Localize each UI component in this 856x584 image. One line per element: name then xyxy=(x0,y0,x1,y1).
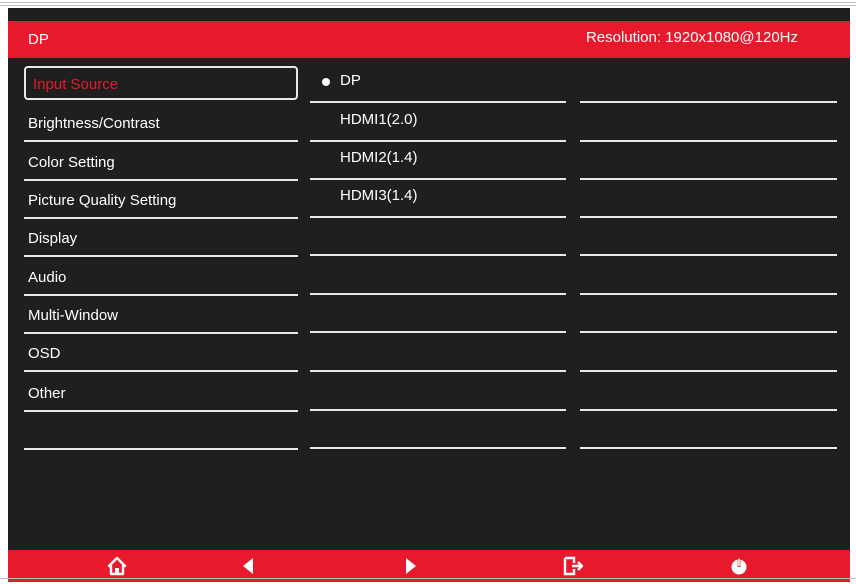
menu-item-other[interactable]: Other xyxy=(24,375,298,412)
menu-item-label: Audio xyxy=(28,269,67,286)
osd-panel: DP Resolution: 1920x1080@120Hz Input Sou… xyxy=(8,8,850,582)
option-empty xyxy=(310,218,566,256)
top-border-2 xyxy=(0,5,856,6)
divider xyxy=(24,179,298,181)
option-hdmi3[interactable]: HDMI3(1.4) xyxy=(310,180,566,218)
menu-item-label: Input Source xyxy=(33,76,119,93)
menu-item-brightness-contrast[interactable]: Brightness/Contrast xyxy=(24,105,298,142)
bottom-border xyxy=(0,578,856,579)
divider xyxy=(310,447,566,449)
divider xyxy=(580,370,837,372)
menu-item-osd[interactable]: OSD xyxy=(24,335,298,372)
divider xyxy=(580,254,837,256)
menu-item-audio[interactable]: Audio xyxy=(24,259,298,296)
option-label: HDMI2(1.4) xyxy=(340,149,418,166)
divider xyxy=(24,410,298,412)
selected-dot-icon xyxy=(322,78,330,86)
menu-item-multi-window[interactable]: Multi-Window xyxy=(24,297,298,334)
sub-option-empty xyxy=(580,257,837,295)
sub-option-empty xyxy=(580,142,837,180)
header-bar: DP Resolution: 1920x1080@120Hz xyxy=(8,21,850,58)
divider xyxy=(580,331,837,333)
option-empty xyxy=(310,411,566,449)
sub-option-empty xyxy=(580,373,837,411)
divider xyxy=(580,447,837,449)
divider xyxy=(310,331,566,333)
sub-option-empty xyxy=(580,65,837,103)
option-label: HDMI1(2.0) xyxy=(340,111,418,128)
menu-item-input-source[interactable]: Input Source xyxy=(24,66,298,100)
menu-item-display[interactable]: Display xyxy=(24,220,298,257)
option-hdmi1[interactable]: HDMI1(2.0) xyxy=(310,104,566,142)
divider xyxy=(24,370,298,372)
menu-item-empty xyxy=(24,413,298,450)
top-border xyxy=(0,2,856,3)
divider xyxy=(580,101,837,103)
sub-option-empty xyxy=(580,334,837,372)
option-empty xyxy=(310,334,566,372)
divider xyxy=(24,332,298,334)
divider xyxy=(24,294,298,296)
option-dp[interactable]: DP xyxy=(310,65,566,103)
menu-item-picture-quality[interactable]: Picture Quality Setting xyxy=(24,182,298,219)
menu-item-label: Picture Quality Setting xyxy=(28,192,177,209)
divider xyxy=(310,101,566,103)
resolution-readout: Resolution: 1920x1080@120Hz xyxy=(585,29,798,46)
sub-option-empty xyxy=(580,295,837,333)
menu-item-label: Multi-Window xyxy=(28,307,119,324)
option-empty xyxy=(310,373,566,411)
option-empty xyxy=(310,257,566,295)
sub-option-empty xyxy=(580,218,837,256)
divider xyxy=(24,217,298,219)
option-hdmi2[interactable]: HDMI2(1.4) xyxy=(310,142,566,180)
menu-item-label: Display xyxy=(28,230,78,247)
menu-item-label: Other xyxy=(28,385,66,402)
sub-option-empty xyxy=(580,411,837,449)
current-source: DP xyxy=(28,31,49,48)
option-label: DP xyxy=(340,72,361,89)
option-label: HDMI3(1.4) xyxy=(340,187,418,204)
menu-item-label: OSD xyxy=(28,345,61,362)
divider xyxy=(24,255,298,257)
option-empty xyxy=(310,295,566,333)
menu-item-label: Brightness/Contrast xyxy=(28,115,160,132)
sub-option-empty xyxy=(580,180,837,218)
divider xyxy=(310,254,566,256)
menu-item-color-setting[interactable]: Color Setting xyxy=(24,144,298,181)
divider xyxy=(310,370,566,372)
divider xyxy=(24,448,298,450)
divider xyxy=(24,140,298,142)
sub-option-empty xyxy=(580,104,837,142)
menu-item-label: Color Setting xyxy=(28,154,115,171)
